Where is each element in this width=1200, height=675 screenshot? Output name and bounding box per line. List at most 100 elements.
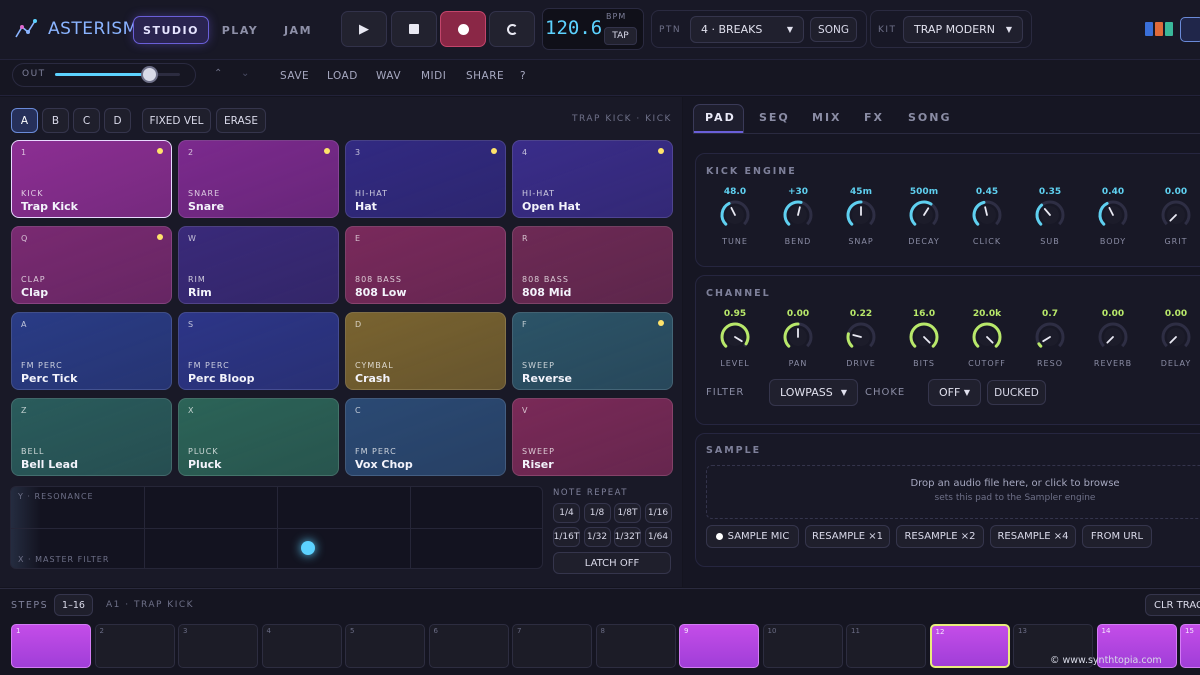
menu-item-help[interactable]: ? bbox=[520, 70, 526, 82]
play-button[interactable]: ▶ bbox=[341, 11, 387, 47]
pad-open-hat[interactable]: 4 HI-HAT Open Hat bbox=[512, 140, 673, 218]
menu-item-load[interactable]: LOAD bbox=[327, 70, 358, 82]
step-cell[interactable]: 3 bbox=[178, 624, 258, 668]
kick-knob-sub[interactable] bbox=[1033, 198, 1067, 232]
tempo-value[interactable]: 120.6 bbox=[545, 17, 602, 39]
output-slider-handle[interactable] bbox=[141, 66, 158, 83]
record-button[interactable] bbox=[440, 11, 486, 47]
fixed-velocity-button[interactable]: FIXED VEL bbox=[142, 108, 211, 133]
clear-track-button[interactable]: CLR TRAC bbox=[1145, 594, 1200, 616]
step-cell[interactable]: 9 bbox=[679, 624, 759, 668]
channel-knob-cutoff[interactable] bbox=[970, 320, 1004, 354]
erase-button[interactable]: ERASE bbox=[216, 108, 266, 133]
pad-808-low[interactable]: E 808 BASS 808 Low bbox=[345, 226, 506, 304]
kit-select[interactable]: TRAP MODERN ▼ bbox=[903, 16, 1023, 43]
note-repeat-rate-button[interactable]: 1/8T bbox=[614, 503, 641, 523]
note-repeat-rate-button[interactable]: 1/32T bbox=[614, 527, 641, 547]
theme-swatches[interactable] bbox=[1145, 22, 1173, 36]
kick-knob-tune[interactable] bbox=[718, 198, 752, 232]
channel-knob-bits[interactable] bbox=[907, 320, 941, 354]
bank-d-button[interactable]: D bbox=[104, 108, 131, 133]
pad-clap[interactable]: Q CLAP Clap bbox=[11, 226, 172, 304]
tap-tempo-button[interactable]: TAP bbox=[604, 27, 637, 45]
redo-icon[interactable]: ⌄ bbox=[241, 68, 249, 79]
note-repeat-rate-button[interactable]: 1/64 bbox=[644, 527, 672, 547]
step-cell[interactable]: 10 bbox=[762, 624, 843, 668]
note-repeat-rate-button[interactable]: 1/32 bbox=[583, 527, 611, 547]
pad-snare[interactable]: 2 SNARE Snare bbox=[178, 140, 339, 218]
pad-crash[interactable]: D CYMBAL Crash bbox=[345, 312, 506, 390]
channel-knob-delay[interactable] bbox=[1159, 320, 1193, 354]
kick-knob-body[interactable] bbox=[1096, 198, 1130, 232]
step-cell[interactable]: 11 bbox=[846, 624, 926, 668]
step-cell[interactable]: 15 bbox=[1180, 624, 1200, 668]
channel-knob-drive[interactable] bbox=[844, 320, 878, 354]
mode-play-button[interactable]: PLAY bbox=[214, 16, 266, 44]
sample-sample-mic-button[interactable]: SAMPLE MIC bbox=[706, 525, 799, 548]
step-cell[interactable]: 4 bbox=[261, 624, 342, 668]
tab-mix[interactable]: MIX bbox=[812, 111, 842, 124]
bank-c-button[interactable]: C bbox=[73, 108, 100, 133]
channel-knob-reso[interactable] bbox=[1033, 320, 1067, 354]
channel-knob-level[interactable] bbox=[718, 320, 752, 354]
pattern-select[interactable]: 4 · BREAKS ▼ bbox=[690, 16, 804, 43]
pad-key: V bbox=[522, 406, 528, 415]
step-cell[interactable]: 5 bbox=[345, 624, 425, 668]
bank-b-button[interactable]: B bbox=[42, 108, 69, 133]
filter-select[interactable]: LOWPASS ▼ bbox=[769, 379, 858, 406]
menu-item-wav[interactable]: WAV bbox=[376, 70, 401, 82]
pad-pluck[interactable]: X PLUCK Pluck bbox=[178, 398, 339, 476]
metronome-button[interactable] bbox=[489, 11, 535, 47]
step-cell[interactable]: 2 bbox=[94, 624, 175, 668]
note-repeat-rate-button[interactable]: 1/16T bbox=[553, 527, 580, 547]
sample-from-url-button[interactable]: FROM URL bbox=[1082, 525, 1152, 548]
layout-toggle-button[interactable] bbox=[1180, 17, 1200, 42]
undo-icon[interactable]: ⌃ bbox=[214, 68, 222, 79]
step-cell[interactable]: 6 bbox=[428, 624, 509, 668]
tab-pad[interactable]: PAD bbox=[705, 111, 736, 124]
tab-fx[interactable]: FX bbox=[864, 111, 884, 124]
note-repeat-rate-button[interactable]: 1/8 bbox=[583, 503, 611, 523]
sample-resample-4-button[interactable]: RESAMPLE ×4 bbox=[990, 525, 1076, 548]
pad-bell-lead[interactable]: Z BELL Bell Lead bbox=[11, 398, 172, 476]
stop-button[interactable] bbox=[391, 11, 437, 47]
mode-jam-button[interactable]: JAM bbox=[272, 16, 324, 44]
pad-perc-bloop[interactable]: S FM PERC Perc Bloop bbox=[178, 312, 339, 390]
kick-knob-snap[interactable] bbox=[844, 198, 878, 232]
latch-button[interactable]: LATCH OFF bbox=[553, 552, 671, 574]
menu-item-share[interactable]: SHARE bbox=[466, 70, 504, 82]
step-cell[interactable]: 1 bbox=[11, 624, 91, 668]
choke-select[interactable]: OFF ▼ bbox=[928, 379, 981, 406]
step-cell[interactable]: 12 bbox=[929, 624, 1010, 668]
pad-riser[interactable]: V SWEEP Riser bbox=[512, 398, 673, 476]
mode-studio-button[interactable]: STUDIO bbox=[133, 16, 209, 44]
kick-knob-grit[interactable] bbox=[1159, 198, 1193, 232]
menu-item-midi[interactable]: MIDI bbox=[421, 70, 446, 82]
menu-item-save[interactable]: SAVE bbox=[280, 70, 309, 82]
kick-knob-decay[interactable] bbox=[907, 198, 941, 232]
kick-knob-bend[interactable] bbox=[781, 198, 815, 232]
channel-knob-reverb[interactable] bbox=[1096, 320, 1130, 354]
sample-drop-zone[interactable] bbox=[706, 465, 1200, 519]
pad-perc-tick[interactable]: A FM PERC Perc Tick bbox=[11, 312, 172, 390]
pad-reverse[interactable]: F SWEEP Reverse bbox=[512, 312, 673, 390]
tab-song[interactable]: SONG bbox=[908, 111, 952, 124]
pad-rim[interactable]: W RIM Rim bbox=[178, 226, 339, 304]
channel-knob-pan[interactable] bbox=[781, 320, 815, 354]
step-cell[interactable]: 8 bbox=[595, 624, 676, 668]
pad-808-mid[interactable]: R 808 BASS 808 Mid bbox=[512, 226, 673, 304]
step-cell[interactable]: 7 bbox=[512, 624, 592, 668]
note-repeat-rate-button[interactable]: 1/16 bbox=[644, 503, 672, 523]
step-range-button[interactable]: 1–16 bbox=[54, 594, 93, 616]
tab-seq[interactable]: SEQ bbox=[759, 111, 790, 124]
pad-hat[interactable]: 3 HI-HAT Hat bbox=[345, 140, 506, 218]
kick-knob-click[interactable] bbox=[970, 198, 1004, 232]
song-mode-button[interactable]: SONG bbox=[810, 17, 857, 42]
pad-vox-chop[interactable]: C FM PERC Vox Chop bbox=[345, 398, 506, 476]
bank-a-button[interactable]: A bbox=[11, 108, 38, 133]
pad-trap-kick[interactable]: 1 KICK Trap Kick bbox=[11, 140, 172, 218]
note-repeat-rate-button[interactable]: 1/4 bbox=[553, 503, 580, 523]
sample-resample-2-button[interactable]: RESAMPLE ×2 bbox=[896, 525, 984, 548]
ducked-button[interactable]: DUCKED bbox=[987, 380, 1046, 405]
sample-resample-1-button[interactable]: RESAMPLE ×1 bbox=[805, 525, 890, 548]
